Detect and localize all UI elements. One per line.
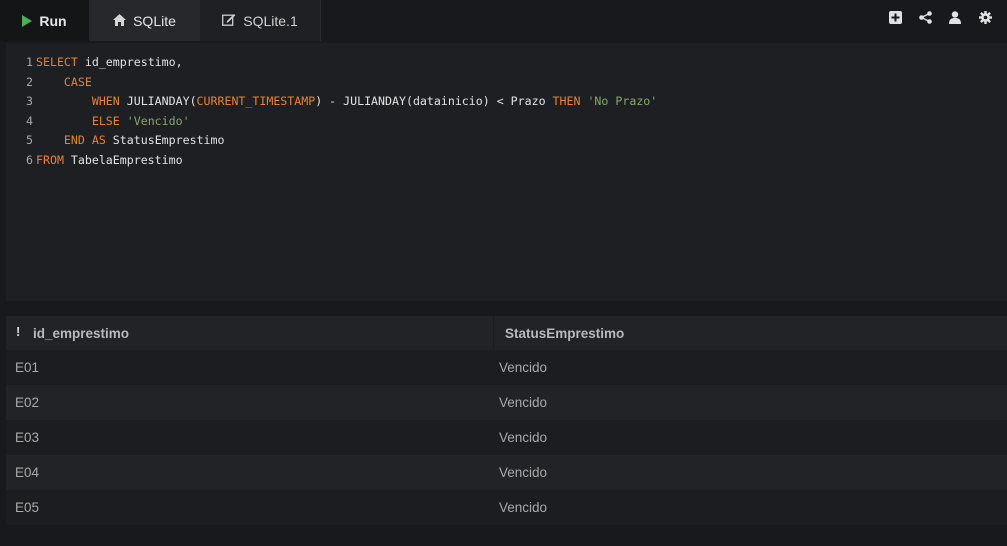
cell-status: Vencido (499, 465, 548, 480)
column-header-status-label: StatusEmprestimo (505, 325, 625, 341)
code-token: ELSE (91, 113, 120, 128)
code-text: FROM TabelaEmprestimo (36, 151, 183, 171)
code-line[interactable]: 4 ELSE 'Vencido' (6, 112, 657, 132)
code-text: CASE (36, 73, 92, 93)
code-token: FROM (36, 152, 64, 167)
code-area[interactable]: 1 SELECT id_emprestimo, 2 CASE 3 WHEN JULIA… (6, 53, 657, 170)
sql-editor[interactable]: 1 SELECT id_emprestimo, 2 CASE 3 WHEN JULIA… (6, 43, 1007, 301)
code-text: WHEN JULIANDAY(CURRENT_TIMESTAMP) - JULI… (36, 92, 657, 112)
cell-status: Vencido (499, 395, 548, 410)
cell-status: Vencido (499, 500, 548, 515)
code-token: StatusEmprestimo (105, 133, 225, 147)
table-row: E05 Vencido (6, 490, 1007, 525)
cell-status: Vencido (499, 430, 548, 445)
code-token: TabelaEmprestimo (63, 152, 183, 167)
cell-id: E04 (15, 465, 40, 480)
cell-id: E02 (15, 395, 40, 410)
code-line[interactable]: 6 FROM TabelaEmprestimo (6, 151, 657, 171)
tab-sqlite[interactable]: SQLite (89, 0, 200, 41)
run-button[interactable]: Run (0, 0, 89, 41)
tab-sqlite-label: SQLite (133, 12, 176, 29)
cell-id: E03 (15, 430, 40, 445)
edit-icon (222, 13, 236, 29)
table-row: E02 Vencido (6, 385, 1007, 420)
sort-marker-icon: ! (16, 323, 21, 339)
table-row: E01 Vencido (6, 350, 1007, 385)
code-token: ) - JULIANDAY(datainicio) < Prazo (315, 94, 553, 108)
table-body: E01 Vencido E02 Vencido E03 Vencido E04 Vencido… (6, 350, 1007, 525)
code-text: ELSE 'Vencido' (36, 112, 190, 132)
home-icon (113, 13, 127, 29)
code-token: CASE (63, 74, 92, 89)
share-icon[interactable] (917, 9, 933, 25)
code-token: SELECT (36, 55, 78, 69)
play-icon (22, 14, 33, 27)
toolbar-icons (887, 9, 993, 25)
code-token: CURRENT_TIMESTAMP (196, 94, 316, 108)
top-bar: Run SQLite SQLite.1 (0, 0, 1007, 41)
line-number: 1 (26, 55, 33, 69)
code-text: END AS StatusEmprestimo (36, 131, 225, 151)
column-header-status[interactable]: StatusEmprestimo (493, 316, 1007, 350)
code-token: 'Vencido' (126, 113, 190, 128)
code-token: THEN (552, 94, 581, 108)
cell-id: E05 (15, 500, 40, 515)
code-token: END (63, 133, 85, 147)
table-header: ! id_emprestimo StatusEmprestimo (6, 316, 1007, 350)
line-number: 5 (26, 133, 33, 147)
cell-id: E01 (15, 360, 40, 375)
line-number: 6 (26, 152, 33, 167)
column-header-id-label: id_emprestimo (33, 325, 130, 341)
code-token: 'No Prazo' (587, 94, 658, 108)
code-token: AS (91, 133, 106, 147)
code-line[interactable]: 1 SELECT id_emprestimo, (6, 53, 657, 73)
results-table: ! id_emprestimo StatusEmprestimo E01 Venc… (6, 316, 1007, 525)
table-row: E04 Vencido (6, 455, 1007, 490)
code-line[interactable]: 2 CASE (6, 73, 657, 93)
code-line[interactable]: 3 WHEN JULIANDAY(CURRENT_TIMESTAMP) - JU… (6, 92, 657, 112)
line-number: 3 (26, 94, 33, 108)
code-token: WHEN (91, 94, 120, 108)
user-icon[interactable] (947, 9, 963, 25)
cell-status: Vencido (499, 360, 548, 375)
code-token: JULIANDAY( (119, 94, 197, 108)
line-number: 4 (26, 113, 33, 128)
table-row: E03 Vencido (6, 420, 1007, 455)
code-text: SELECT id_emprestimo, (36, 53, 183, 73)
code-token: id_emprestimo, (77, 55, 183, 69)
tab-sqlite-1-label: SQLite.1 (243, 12, 298, 29)
gear-icon[interactable] (977, 9, 993, 25)
column-header-id[interactable]: ! id_emprestimo (6, 323, 493, 341)
line-number: 2 (26, 74, 33, 89)
run-label: Run (39, 12, 67, 29)
tab-sqlite-1[interactable]: SQLite.1 (200, 0, 321, 41)
code-line[interactable]: 5 END AS StatusEmprestimo (6, 131, 657, 151)
add-square-icon[interactable] (887, 9, 903, 25)
